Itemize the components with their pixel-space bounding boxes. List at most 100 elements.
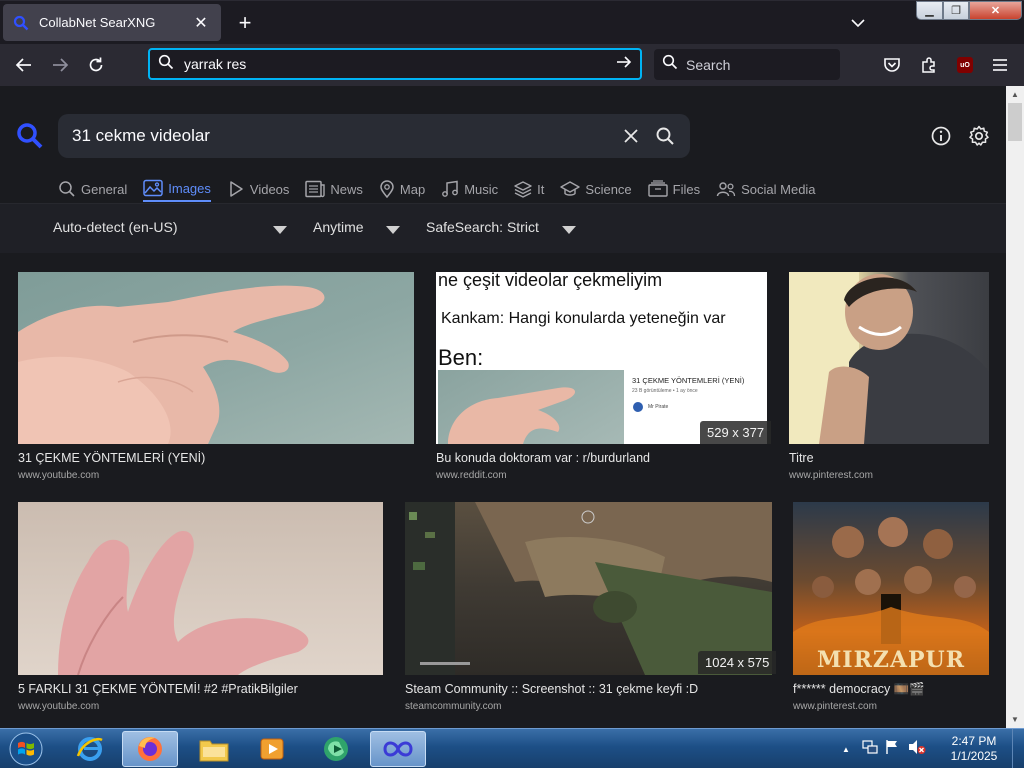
firefox-taskbar-icon[interactable] [122,731,178,767]
search-input[interactable] [686,56,867,73]
meme-line: Kankam: Hangi konularda yeteneğin var [441,310,726,327]
ublock-origin-icon[interactable]: uO [954,54,976,76]
search-icon [158,54,174,75]
result-url: www.pinterest.com [789,470,873,481]
result-title[interactable]: Bu konuda doktoram var : r/burdurland [436,451,767,465]
media-center-taskbar-icon[interactable] [308,731,364,767]
tab-social-media[interactable]: Social Media [716,176,816,202]
result-title[interactable]: 31 ÇEKME YÖNTEMLERİ (YENİ) [18,451,414,465]
newspaper-icon [305,180,326,198]
tab-science[interactable]: Science [560,176,632,202]
tab-videos[interactable]: Videos [227,176,289,202]
avatar [633,402,643,412]
extensions-puzzle-icon[interactable] [918,54,940,76]
menu-hamburger-icon[interactable] [989,54,1011,76]
tab-music[interactable]: Music [441,176,498,202]
url-input[interactable] [184,56,616,72]
query-input[interactable] [72,126,608,146]
result-url: steamcommunity.com [405,701,502,712]
searxng-page: General Images Videos News Map Music It [0,86,1006,728]
time-range-select[interactable]: Anytime [313,219,364,235]
result-title[interactable]: f****** democracy 🎞️🎬 [793,682,989,697]
map-pin-icon [380,180,394,198]
chevron-down-icon[interactable] [386,226,400,234]
maximize-button[interactable]: ❐ [943,1,969,20]
show-desktop-button[interactable] [1012,729,1024,768]
internet-explorer-taskbar-icon[interactable] [62,731,118,767]
volume-muted-icon[interactable] [908,739,926,760]
result-thumbnail[interactable] [18,272,414,444]
result-title[interactable]: 5 FARKLI 31 ÇEKME YÖNTEMİ! #2 #PratikBil… [18,682,383,696]
result-title[interactable]: Steam Community :: Screenshot :: 31 çekm… [405,682,772,696]
tab-close-icon[interactable]: ✕ [191,13,211,33]
scroll-thumb[interactable] [1008,103,1022,141]
result-thumbnail[interactable] [18,502,383,675]
search-bar[interactable] [654,49,867,80]
tab-files[interactable]: Files [647,176,700,202]
close-window-button[interactable]: ✕ [969,1,1022,20]
play-icon [230,181,243,197]
pocket-icon[interactable] [881,54,903,76]
browser-tab[interactable]: CollabNet SearXNG ✕ [3,4,221,41]
taskbar-clock[interactable]: 2:47 PM 1/1/2025 [942,734,1006,764]
tab-map[interactable]: Map [379,176,425,202]
image-icon [143,179,163,197]
files-icon [647,180,668,197]
back-button[interactable] [11,52,37,78]
show-hidden-icons-chevron-icon[interactable]: ▲ [842,745,850,754]
image-dimensions-badge: 1024 x 575 [698,651,777,674]
page-scrollbar[interactable]: ▲ ▼ [1006,86,1024,728]
people-icon [716,182,736,197]
poster-title: MIRZAPUR [816,647,966,673]
tab-news[interactable]: News [305,176,363,202]
reload-button[interactable] [83,52,109,78]
app-taskbar-icon[interactable] [370,731,426,767]
reload-icon [89,57,103,72]
minimize-button[interactable]: ▁ [916,1,943,20]
language-select[interactable]: Auto-detect (en-US) [53,219,178,235]
category-tabs: General Images Videos News Map Music It [58,176,832,204]
layers-icon [514,181,532,198]
info-icon[interactable] [929,124,953,148]
new-tab-button[interactable]: + [233,11,257,35]
clock-time: 2:47 PM [951,734,997,748]
searxng-logo-icon[interactable] [16,122,44,150]
windows-taskbar: ▲ 2:47 PM 1/1/2025 [0,728,1024,768]
action-center-flag-icon[interactable] [884,739,900,760]
go-arrow-icon[interactable] [616,54,632,75]
tab-images[interactable]: Images [143,176,211,202]
tab-list-chevron-icon[interactable] [848,13,868,33]
browser-navbar: uO [0,44,1024,86]
settings-gear-icon[interactable] [967,124,991,148]
forward-button[interactable] [47,52,73,78]
file-explorer-taskbar-icon[interactable] [186,731,242,767]
safesearch-select[interactable]: SafeSearch: Strict [426,219,539,235]
forward-arrow-icon [53,58,69,72]
tab-it[interactable]: It [514,176,544,202]
result-thumbnail[interactable] [405,502,772,675]
scroll-down-arrow-icon[interactable]: ▼ [1006,711,1024,728]
filter-row: Auto-detect (en-US) Anytime SafeSearch: … [0,203,1006,253]
result-url: www.reddit.com [436,470,507,481]
window-controls: ▁ ❐ ✕ [916,1,1022,21]
start-button[interactable] [6,731,46,767]
search-icon [662,54,678,75]
result-thumbnail[interactable]: ne çeşit videolar çekmeliyim Kankam: Han… [436,272,767,444]
inner-card-title: 31 ÇEKME YÖNTEMLERİ (YENİ) [632,376,745,385]
network-icon[interactable] [862,739,878,760]
query-box [58,114,690,158]
inner-card-channel: Mr Pirate [648,404,669,410]
tab-general[interactable]: General [58,176,127,202]
media-player-taskbar-icon[interactable] [244,731,300,767]
chevron-down-icon[interactable] [562,226,576,234]
meme-inner-thumbnail [438,370,624,444]
submit-search-icon[interactable] [654,125,676,147]
result-title[interactable]: Titre [789,451,989,465]
result-thumbnail[interactable]: MIRZAPUR [793,502,989,675]
url-bar[interactable] [148,48,642,80]
scroll-up-arrow-icon[interactable]: ▲ [1006,86,1024,103]
clear-query-icon[interactable] [620,125,642,147]
chevron-down-icon[interactable] [273,226,287,234]
result-thumbnail[interactable] [789,272,989,444]
image-dimensions-badge: 529 x 377 [700,421,772,444]
